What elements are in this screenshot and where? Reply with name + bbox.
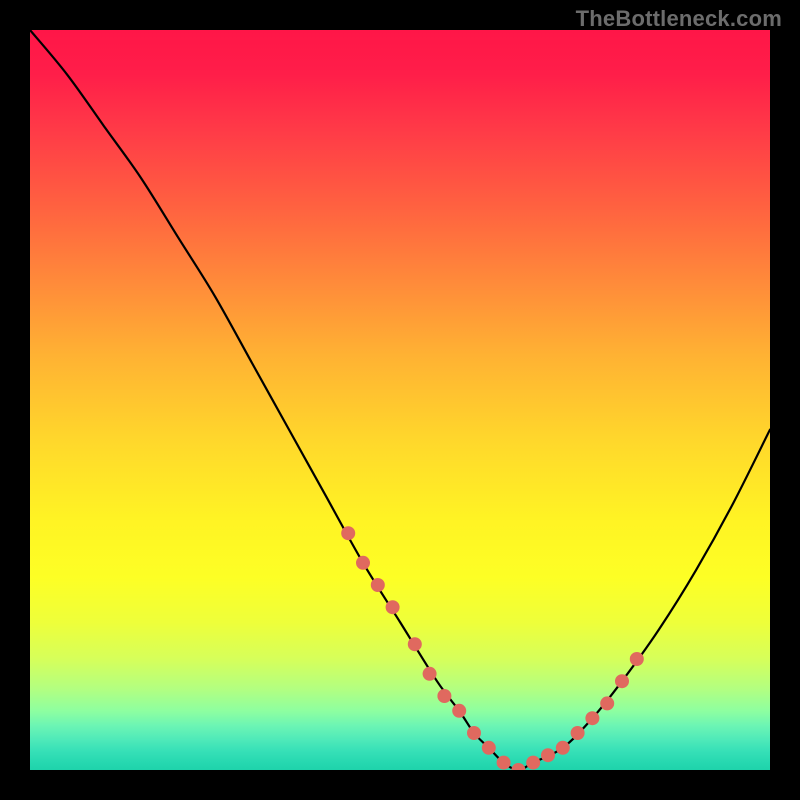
highlight-dot (356, 556, 370, 570)
highlight-dot (541, 748, 555, 762)
highlight-dot (630, 652, 644, 666)
highlight-dot (467, 726, 481, 740)
highlight-dot (526, 756, 540, 770)
highlight-dot (437, 689, 451, 703)
highlight-dot (452, 704, 466, 718)
highlight-dot (408, 637, 422, 651)
highlight-dot (482, 741, 496, 755)
highlight-dot (341, 526, 355, 540)
highlight-dot (585, 711, 599, 725)
highlight-dot (556, 741, 570, 755)
highlight-dot (371, 578, 385, 592)
highlight-dots (341, 526, 644, 770)
highlight-dot (600, 696, 614, 710)
highlight-dot (511, 763, 525, 770)
highlight-dot (386, 600, 400, 614)
curve-svg (30, 30, 770, 770)
watermark-text: TheBottleneck.com (576, 6, 782, 32)
highlight-dot (615, 674, 629, 688)
plot-area (30, 30, 770, 770)
highlight-dot (497, 756, 511, 770)
highlight-dot (423, 667, 437, 681)
bottleneck-curve (30, 30, 770, 770)
highlight-dot (571, 726, 585, 740)
chart-frame: TheBottleneck.com (0, 0, 800, 800)
